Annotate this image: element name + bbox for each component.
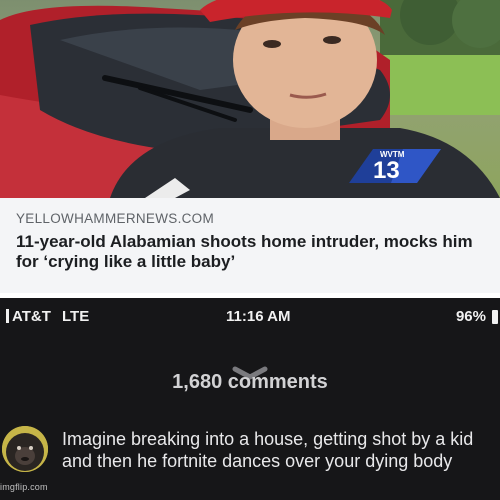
gorilla-avatar-image — [2, 426, 48, 472]
news-headline[interactable]: 11-year-old Alabamian shoots home intrud… — [16, 232, 496, 272]
news-source: YELLOWHAMMERNEWS.COM — [16, 211, 215, 226]
network-type: LTE — [62, 308, 90, 325]
status-time: 11:16 AM — [226, 308, 291, 325]
status-bar: AT&T LTE 11:16 AM 96% — [0, 298, 500, 332]
imgflip-watermark: imgflip.com — [0, 482, 48, 492]
comment-item[interactable]: Imagine breaking into a house, getting s… — [0, 422, 500, 500]
battery-icon — [492, 310, 498, 324]
wvtm-channel-number: 13 — [373, 157, 400, 184]
wvtm13-logo: WVTM 13 — [349, 149, 441, 184]
battery-percent: 96% — [455, 308, 486, 325]
gorilla-avatar[interactable] — [2, 426, 48, 472]
news-photo: WVTM 13 — [0, 0, 500, 198]
news-meta: YELLOWHAMMERNEWS.COM 11-year-old Alabami… — [16, 203, 496, 272]
phone-screenshot: AT&T LTE 11:16 AM 96% 1,680 comments Ima… — [0, 298, 500, 500]
comment-text: Imagine breaking into a house, getting s… — [62, 429, 474, 471]
signal-icon — [6, 309, 9, 323]
comment-count: 1,680 comments — [172, 371, 328, 393]
carrier-label: AT&T — [12, 308, 51, 325]
news-link-card[interactable]: WVTM 13 YELLOWHAMMERNEWS.COM 11-year-old… — [0, 0, 500, 293]
